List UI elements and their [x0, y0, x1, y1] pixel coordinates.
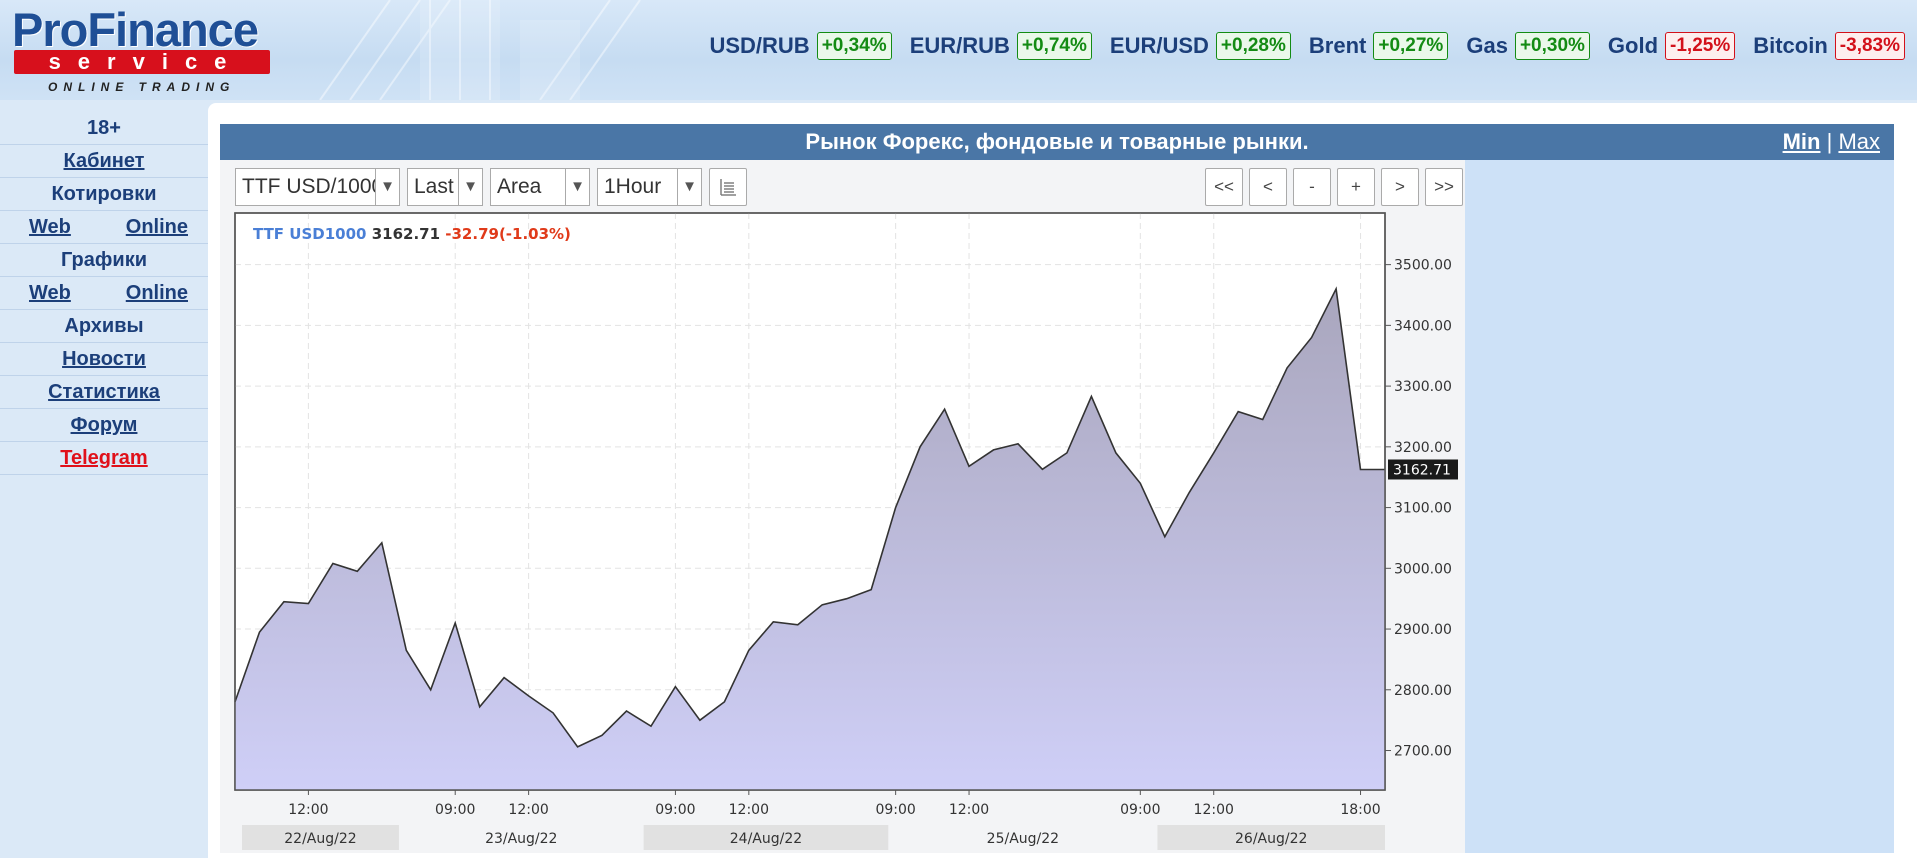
- quotes-web-link[interactable]: Web: [29, 215, 71, 239]
- y-tick-label: 2900.00: [1394, 622, 1452, 638]
- sidebar-item-archives: Архивы: [0, 310, 208, 343]
- ticker-gas[interactable]: Gas +0,30%: [1466, 32, 1590, 60]
- charts-web-link[interactable]: Web: [29, 281, 71, 305]
- legend-price: 3162.71: [372, 225, 440, 243]
- y-tick-label: 3500.00: [1394, 258, 1452, 274]
- min-max-separator: |: [1826, 129, 1833, 154]
- ticker-bitcoin[interactable]: Bitcoin -3,83%: [1753, 32, 1905, 60]
- ticker-change: -1,25%: [1665, 32, 1736, 60]
- ticker-change: +0,34%: [816, 32, 892, 60]
- section-title-bar: Рынок Форекс, фондовые и товарные рынки.…: [220, 124, 1894, 160]
- sidebar-item-quotes-links: Web Online: [0, 211, 208, 244]
- logo-service-band: service: [14, 50, 270, 74]
- ticker-change: +0,27%: [1373, 32, 1449, 60]
- forum-link[interactable]: Форум: [71, 413, 138, 437]
- quotes-online-link[interactable]: Online: [126, 215, 188, 239]
- chart-widget: TTF USD/1000 ▼ Last ▼ Area ▼ 1Hour ▼ << < - …: [220, 160, 1465, 853]
- ticker-name[interactable]: EUR/RUB: [910, 33, 1010, 59]
- x-tick-label: 09:00: [875, 802, 915, 818]
- x-tick-label: 12:00: [1194, 802, 1234, 818]
- profinance-logo[interactable]: ProFinance service ONLINE TRADING: [12, 4, 274, 96]
- sidebar-item-quotes: Котировки: [0, 178, 208, 211]
- date-label: 26/Aug/22: [1235, 831, 1307, 847]
- ticker-name[interactable]: Bitcoin: [1753, 33, 1828, 59]
- skyscraper-decoration: [319, 0, 641, 100]
- sidebar-item-charts-links: Web Online: [0, 277, 208, 310]
- main-content: Рынок Форекс, фондовые и товарные рынки.…: [208, 103, 1917, 858]
- site-header: ProFinance service ONLINE TRADING USD/RU…: [0, 0, 1917, 100]
- x-tick-label: 09:00: [655, 802, 695, 818]
- y-tick-label: 3100.00: [1394, 501, 1452, 517]
- sidebar-item-age: 18+: [0, 112, 208, 145]
- telegram-link[interactable]: Telegram: [60, 446, 147, 470]
- y-tick-label: 2800.00: [1394, 683, 1452, 699]
- date-label: 24/Aug/22: [730, 831, 802, 847]
- ticker-name[interactable]: EUR/USD: [1110, 33, 1209, 59]
- x-tick-label: 09:00: [1120, 802, 1160, 818]
- ticker-name[interactable]: Brent: [1309, 33, 1366, 59]
- ticker-change: +0,74%: [1016, 32, 1092, 60]
- ticker-name[interactable]: Gold: [1608, 33, 1658, 59]
- last-price-marker: 3162.71: [1388, 459, 1458, 480]
- sidebar-nav: 18+ Кабинет Котировки Web Online Графики …: [0, 112, 208, 475]
- x-tick-label: 12:00: [288, 802, 328, 818]
- x-tick-label: 18:00: [1340, 802, 1380, 818]
- x-tick-label: 12:00: [949, 802, 989, 818]
- y-axis: 3500.00 3400.00 3300.00 3200.00 3100.00 3000.…: [1385, 258, 1452, 760]
- chart-panel: TTF USD/1000 ▼ Last ▼ Area ▼ 1Hour ▼ << < - …: [220, 160, 1894, 853]
- sidebar-item-cabinet: Кабинет: [0, 145, 208, 178]
- ticker-bar: USD/RUB +0,34% EUR/RUB +0,74% EUR/USD +0,28…: [691, 32, 1905, 60]
- y-tick-label: 3000.00: [1394, 561, 1452, 577]
- x-tick-label: 12:00: [729, 802, 769, 818]
- date-label: 25/Aug/22: [987, 831, 1059, 847]
- y-tick-label: 3200.00: [1394, 440, 1452, 456]
- ticker-change: +0,28%: [1215, 32, 1291, 60]
- x-axis: 12:00 09:00 12:00 09:00 12:00 09:00 12:00 09:00…: [288, 790, 1381, 818]
- sidebar-item-telegram: Telegram: [0, 442, 208, 475]
- price-chart[interactable]: 3500.00 3400.00 3300.00 3200.00 3100.00 3000.…: [220, 160, 1465, 853]
- archives-heading: Архивы: [64, 315, 144, 337]
- date-axis: 22/Aug/22 23/Aug/22 24/Aug/22 25/Aug/22 26/A…: [242, 825, 1385, 850]
- ticker-change: -3,83%: [1834, 32, 1905, 60]
- date-label: 23/Aug/22: [485, 831, 557, 847]
- sidebar-item-news: Новости: [0, 343, 208, 376]
- sidebar-item-charts: Графики: [0, 244, 208, 277]
- ticker-change: +0,30%: [1514, 32, 1590, 60]
- charts-online-link[interactable]: Online: [126, 281, 188, 305]
- x-tick-label: 09:00: [435, 802, 475, 818]
- min-max-toggle: Min | Max: [1783, 128, 1880, 156]
- quotes-heading: Котировки: [51, 183, 157, 205]
- age-label: 18+: [87, 117, 121, 139]
- charts-heading: Графики: [60, 249, 147, 271]
- legend-change: -32.79(-1.03%): [445, 225, 571, 243]
- legend-instrument: TTF USD1000: [253, 225, 366, 243]
- ticker-name[interactable]: Gas: [1466, 33, 1508, 59]
- ticker-brent[interactable]: Brent +0,27%: [1309, 32, 1449, 60]
- ticker-eur-usd[interactable]: EUR/USD +0,28%: [1110, 32, 1291, 60]
- x-tick-label: 12:00: [508, 802, 548, 818]
- y-tick-label: 3400.00: [1394, 318, 1452, 334]
- y-tick-label: 3300.00: [1394, 379, 1452, 395]
- date-label: 22/Aug/22: [284, 831, 356, 847]
- chart-legend: TTF USD1000 3162.71 -32.79(-1.03%): [253, 225, 571, 243]
- cabinet-link[interactable]: Кабинет: [64, 149, 145, 173]
- sidebar-item-stats: Статистика: [0, 376, 208, 409]
- sidebar-item-forum: Форум: [0, 409, 208, 442]
- stats-link[interactable]: Статистика: [48, 380, 160, 404]
- last-price-tag-text: 3162.71: [1393, 462, 1451, 478]
- min-link[interactable]: Min: [1783, 129, 1821, 154]
- ticker-usd-rub[interactable]: USD/RUB +0,34%: [709, 32, 892, 60]
- news-link[interactable]: Новости: [62, 347, 146, 371]
- ticker-name[interactable]: USD/RUB: [709, 33, 809, 59]
- ticker-gold[interactable]: Gold -1,25%: [1608, 32, 1736, 60]
- max-link[interactable]: Max: [1838, 129, 1880, 154]
- ticker-eur-rub[interactable]: EUR/RUB +0,74%: [910, 32, 1092, 60]
- logo-tagline: ONLINE TRADING: [48, 80, 236, 94]
- y-tick-label: 2700.00: [1394, 744, 1452, 760]
- page-title: Рынок Форекс, фондовые и товарные рынки.: [805, 129, 1309, 154]
